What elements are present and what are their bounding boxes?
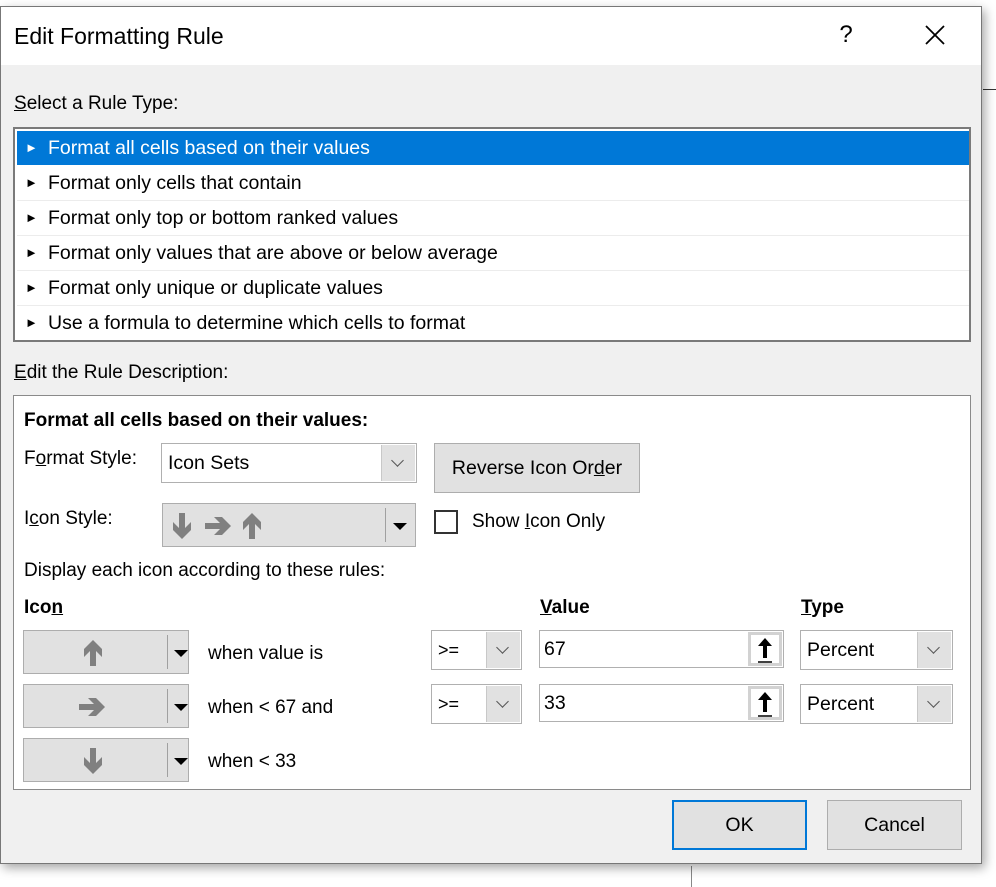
chevron-down-icon [927,641,940,654]
icon-select-row-3[interactable] [23,738,189,782]
range-select-button[interactable] [748,686,782,720]
range-select-button[interactable] [748,632,782,666]
dropdown-triangle-icon[interactable] [174,650,188,657]
icon-style-preview [173,513,261,539]
right-pointer-icon: ► [25,280,38,295]
rule-type-label: Select a Rule Type: [14,93,179,114]
arrow-down-icon [84,748,102,774]
arrow-right-icon [79,698,105,716]
help-button[interactable]: ? [831,17,861,53]
icon-style-select[interactable] [162,503,416,547]
chevron-down-icon [496,695,509,708]
show-icon-only-checkbox[interactable] [434,510,458,534]
rule-type-item[interactable]: ► Format only values that are above or b… [17,235,969,269]
rule-type-item[interactable]: ► Use a formula to determine which cells… [17,305,969,339]
dropdown-triangle-icon[interactable] [393,523,407,530]
value-input-row-1[interactable]: 67 [539,630,784,668]
title-bar: Edit Formatting Rule ? [1,7,981,65]
dropdown-triangle-icon[interactable] [174,704,188,711]
background-line [691,866,692,887]
dialog-title: Edit Formatting Rule [14,23,224,49]
operator-select-row-1[interactable]: >= [431,630,522,670]
rule-type-item[interactable]: ► Format only top or bottom ranked value… [17,200,969,234]
cancel-button[interactable]: Cancel [827,800,962,850]
condition-text: when < 67 and [208,697,334,718]
right-pointer-icon: ► [25,245,38,260]
chevron-down-icon [496,641,509,654]
dropdown-button[interactable] [486,632,520,668]
arrow-right-icon [205,517,231,535]
type-select-row-1[interactable]: Percent [800,630,953,670]
rules-caption: Display each icon according to these rul… [24,560,386,581]
icon-column-header: Icon [24,597,64,618]
condition-text: when value is [208,643,324,664]
right-pointer-icon: ► [25,140,38,155]
reverse-icon-order-button[interactable]: Reverse Icon Order [434,443,640,493]
dropdown-button[interactable] [486,686,520,722]
chevron-down-icon [927,695,940,708]
right-pointer-icon: ► [25,210,38,225]
rule-description-label: Edit the Rule Description: [14,362,229,383]
rule-type-item[interactable]: ► Format only unique or duplicate values [17,270,969,304]
condition-text: when < 33 [208,751,297,772]
description-heading: Format all cells based on their values: [24,410,369,431]
background-line [983,89,996,90]
close-button[interactable] [913,17,957,53]
icon-select-row-1[interactable] [23,630,189,674]
arrow-up-icon [84,640,102,666]
right-pointer-icon: ► [25,315,38,330]
collapse-dialog-arrow-icon [758,692,772,717]
value-column-header: Value [540,597,590,618]
separator [167,689,168,723]
type-select-row-2[interactable]: Percent [800,684,953,724]
dropdown-button[interactable] [381,445,415,481]
separator [167,635,168,669]
show-icon-only-label[interactable]: Show Icon Only [472,511,605,533]
rule-type-item[interactable]: ► Format only cells that contain [17,166,969,200]
rule-type-item[interactable]: ► Format all cells based on their values [17,131,969,165]
value-input-row-2[interactable]: 33 [539,684,784,722]
icon-select-row-2[interactable] [23,684,189,728]
type-column-header: Type [801,597,844,618]
close-icon [925,25,945,45]
format-style-label: Format Style: [24,448,137,469]
arrow-down-icon [173,513,191,539]
dropdown-button[interactable] [917,686,951,722]
dropdown-triangle-icon[interactable] [174,758,188,765]
operator-select-row-2[interactable]: >= [431,684,522,724]
arrow-up-icon [243,513,261,539]
ok-button[interactable]: OK [672,800,807,850]
dropdown-button[interactable] [917,632,951,668]
rule-type-list[interactable]: ► Format all cells based on their values… [13,127,971,342]
separator [385,508,386,542]
rule-description-panel: Format all cells based on their values: … [13,395,971,790]
format-style-select[interactable]: Icon Sets [161,443,417,483]
edit-formatting-rule-dialog: Edit Formatting Rule ? Select a Rule Typ… [0,6,982,864]
separator [167,743,168,777]
icon-style-label: Icon Style: [24,508,113,529]
chevron-down-icon [391,454,404,467]
collapse-dialog-arrow-icon [758,638,772,663]
right-pointer-icon: ► [25,175,38,190]
